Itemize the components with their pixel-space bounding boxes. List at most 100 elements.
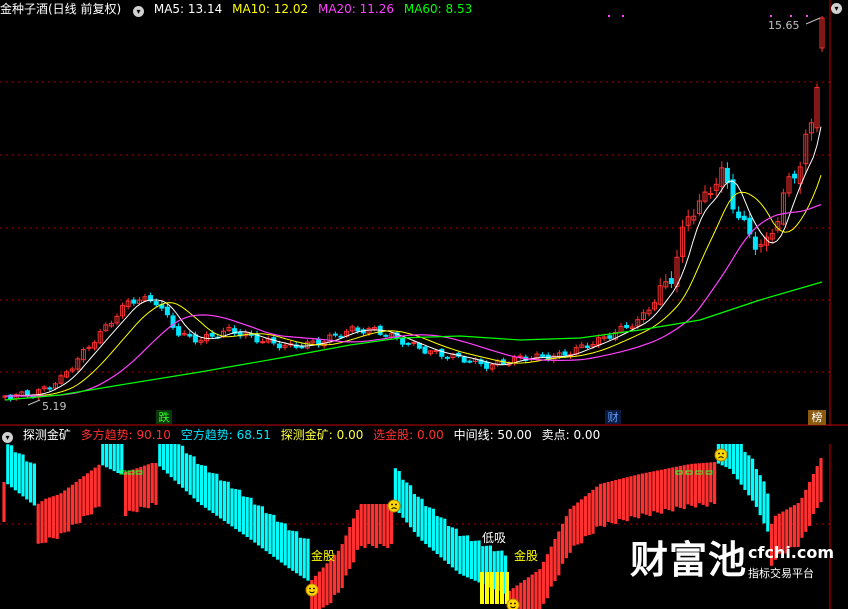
candle-down: [131, 299, 137, 304]
bear-bar: [112, 444, 116, 472]
happy-face-icon-eye: [309, 587, 311, 590]
buy-bar: [505, 572, 509, 604]
bull-bar: [67, 487, 71, 532]
bear-bar: [443, 518, 447, 561]
sad-face-icon: [387, 499, 401, 513]
bear-bar: [260, 506, 264, 549]
bear-bar: [268, 514, 272, 554]
bull-bar: [621, 478, 625, 521]
candle-down: [209, 332, 215, 337]
bull-bar: [697, 463, 701, 504]
bear-bar: [10, 445, 14, 488]
high-price-label: 15.65: [768, 19, 800, 32]
bear-bar: [728, 444, 732, 469]
bull-bar: [44, 498, 48, 543]
candle-down: [741, 215, 747, 220]
bear-bar: [766, 493, 770, 532]
bull-bar: [150, 462, 154, 503]
marker-label-2: 财: [608, 410, 619, 424]
bull-bar: [78, 479, 82, 523]
bear-bar: [6, 444, 10, 485]
gold-mine-value: 探测金矿: 0.00: [280, 428, 364, 442]
bear-bar: [439, 517, 443, 558]
bull-bar: [694, 463, 698, 508]
bear-trend-value: 空方趋势: 68.51: [180, 428, 271, 442]
bear-bar: [405, 482, 409, 523]
sad-face-icon-eye: [391, 503, 393, 506]
bull-bar: [348, 526, 352, 569]
bull-bar: [675, 466, 679, 507]
bull-bar: [682, 465, 686, 510]
watermark-logo: 财富池: [630, 538, 748, 582]
bull-bar: [599, 483, 603, 526]
bear-bar: [120, 444, 124, 474]
pick-gold-value: 选金股: 0.00: [373, 428, 444, 442]
bull-bar: [374, 504, 378, 548]
candle-down: [400, 338, 406, 345]
bear-bar: [754, 469, 758, 508]
candle-up: [517, 355, 523, 358]
bull-bar: [640, 473, 644, 514]
indicator-name[interactable]: 探测金矿: [23, 428, 71, 442]
bear-bar: [454, 528, 458, 571]
candle-down: [584, 345, 590, 348]
marker-label-3: 榜: [812, 410, 823, 424]
bear-bar: [291, 530, 295, 571]
bull-bar: [602, 482, 606, 527]
buy-bar: [500, 572, 504, 604]
marker-label-1: 跌: [159, 410, 170, 424]
bull-bar: [86, 473, 90, 516]
high-pointer: [805, 17, 821, 25]
sad-face-icon-eye: [722, 452, 724, 455]
bear-bar: [272, 514, 276, 557]
gold-stock-label-1: 金股: [311, 548, 335, 563]
bull-bar: [656, 470, 660, 513]
candle-down: [752, 236, 758, 250]
bull-bar: [55, 494, 59, 539]
bull-bar: [811, 473, 815, 514]
candle-down: [467, 360, 473, 363]
bull-bar: [82, 476, 86, 517]
candle-down: [47, 387, 53, 390]
bull-bar: [135, 468, 139, 513]
bull-bar: [637, 474, 641, 519]
bull-bar: [659, 469, 663, 514]
bull-bar: [713, 462, 717, 505]
marker-dot: [622, 15, 624, 17]
bear-bar: [158, 444, 162, 467]
bear-bar: [211, 473, 215, 514]
candle-down: [747, 217, 753, 235]
bull-bar: [545, 554, 549, 599]
bull-bar: [371, 504, 375, 546]
candle-down: [562, 351, 568, 356]
bull-bar: [378, 504, 382, 544]
bull-bar: [553, 539, 557, 581]
bear-bar: [253, 504, 257, 543]
bull-bar: [51, 496, 55, 539]
bull-bar: [561, 523, 565, 564]
candle-down: [405, 342, 411, 345]
chevron-down-icon[interactable]: ▾: [2, 432, 13, 443]
bear-bar: [412, 494, 416, 532]
bear-bar: [450, 527, 454, 568]
candle-down: [607, 335, 613, 339]
bear-bar: [298, 537, 302, 576]
bear-bar: [447, 526, 451, 565]
bull-bar: [690, 463, 694, 506]
bull-bar: [633, 475, 637, 518]
bear-bar: [215, 473, 219, 516]
bear-bar: [241, 496, 245, 535]
bull-bar: [587, 493, 591, 535]
bear-bar: [188, 454, 192, 495]
candlestick-chart[interactable]: 15.65 5.19 跌 财 榜: [0, 0, 848, 426]
bear-bar: [466, 535, 470, 578]
bear-bar: [32, 463, 36, 506]
bull-bar: [564, 516, 568, 559]
bear-bar: [743, 452, 747, 490]
candle-down: [176, 326, 182, 336]
bull-bar: [355, 509, 359, 550]
bear-bar: [751, 458, 755, 501]
bear-bar: [196, 463, 200, 502]
dip-buy-label: 低吸: [482, 531, 506, 545]
bear-bar: [762, 481, 766, 524]
